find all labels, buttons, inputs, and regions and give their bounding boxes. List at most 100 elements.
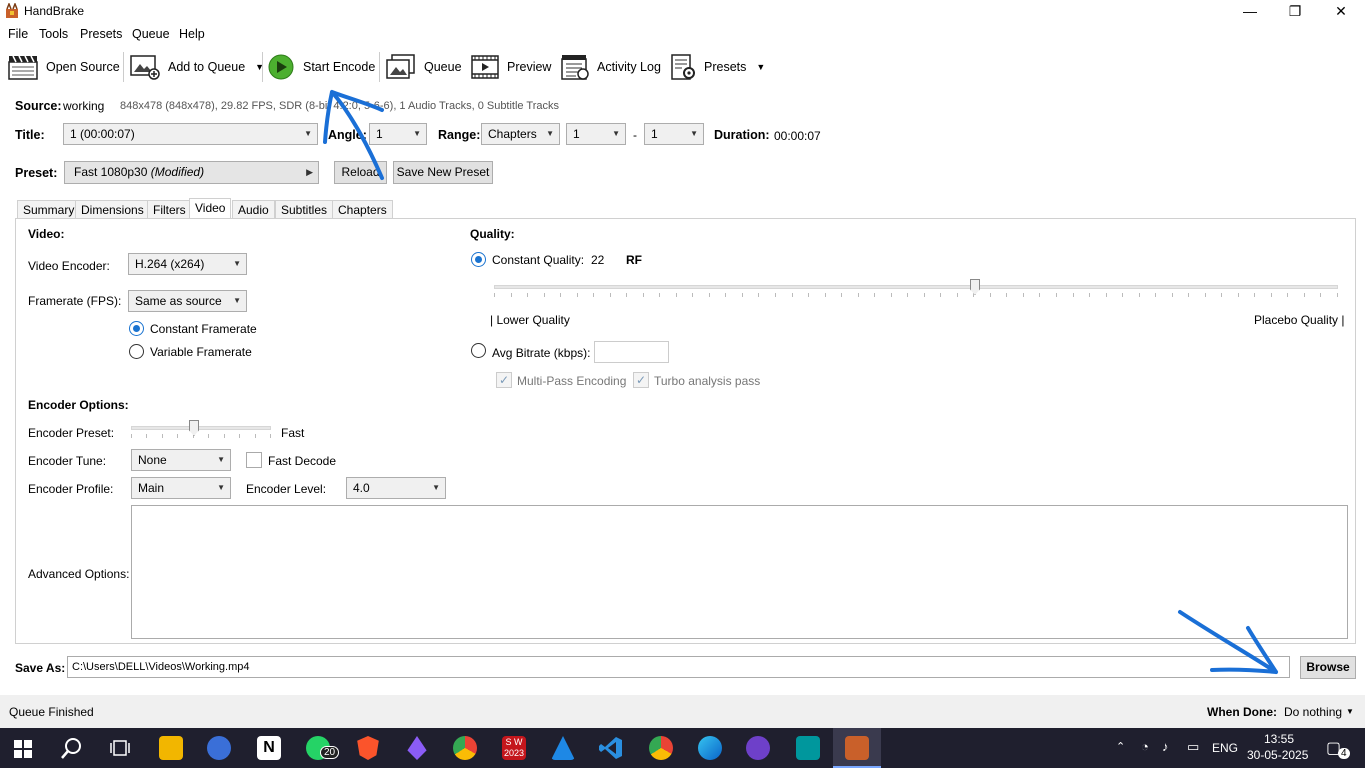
slider-tick: [146, 434, 147, 438]
title-select[interactable]: 1 (00:00:07) ▼: [63, 123, 318, 145]
preview-button[interactable]: Preview: [471, 52, 551, 82]
menu-presets[interactable]: Presets: [80, 27, 122, 41]
slider-tick: [610, 293, 611, 297]
slider-tick: [1188, 293, 1189, 297]
advanced-options-textarea[interactable]: [131, 505, 1348, 639]
queue-button[interactable]: Queue: [386, 52, 462, 82]
task-view-icon[interactable]: [110, 738, 130, 758]
chrome-icon[interactable]: [453, 736, 477, 760]
constant-framerate-radio[interactable]: [129, 321, 144, 336]
slider-tick: [1106, 293, 1107, 297]
film-strip-icon: [471, 55, 499, 79]
tab-subtitles[interactable]: Subtitles: [275, 200, 334, 219]
slider-tick: [162, 434, 163, 438]
file-explorer-icon[interactable]: [159, 736, 183, 760]
save-new-preset-button[interactable]: Save New Preset: [393, 161, 493, 184]
status-text: Queue Finished: [9, 705, 94, 719]
network-icon[interactable]: ◔: [1141, 739, 1149, 754]
chevron-down-icon: ▼: [1346, 707, 1354, 716]
menu-help[interactable]: Help: [179, 27, 205, 41]
language-indicator[interactable]: ENG: [1212, 741, 1238, 755]
chrome-profile-icon[interactable]: [649, 736, 673, 760]
variable-framerate-label: Variable Framerate: [150, 345, 252, 359]
fast-decode-checkbox[interactable]: [246, 452, 262, 468]
chevron-down-icon: ▼: [546, 129, 554, 138]
search-icon[interactable]: [61, 737, 83, 759]
queue-label: Queue: [424, 60, 462, 74]
multipass-label: Multi-Pass Encoding: [517, 374, 627, 388]
preset-modified: (Modified): [150, 165, 205, 179]
slider-tick: [891, 293, 892, 297]
slider-tick: [1254, 293, 1255, 297]
video-heading: Video:: [28, 227, 65, 241]
range-type-select[interactable]: Chapters ▼: [481, 123, 560, 145]
angle-select[interactable]: 1 ▼: [369, 123, 427, 145]
encoder-level-select[interactable]: 4.0 ▼: [346, 477, 446, 499]
tab-chapters[interactable]: Chapters: [332, 200, 393, 219]
app-icon-colorful[interactable]: [207, 736, 231, 760]
sw-2023-app-icon[interactable]: S W 2023: [502, 736, 526, 760]
chevron-down-icon[interactable]: ▼: [756, 62, 765, 72]
arduino-icon[interactable]: [796, 736, 820, 760]
windows-start-icon[interactable]: [14, 740, 32, 758]
brave-browser-icon[interactable]: [357, 736, 379, 760]
vscode-icon[interactable]: [599, 736, 623, 760]
menu-queue[interactable]: Queue: [132, 27, 170, 41]
range-start-select[interactable]: 1 ▼: [566, 123, 626, 145]
notion-icon[interactable]: N: [257, 736, 281, 760]
restore-button[interactable]: ❐: [1272, 0, 1318, 22]
tab-audio[interactable]: Audio: [232, 200, 275, 219]
altair-icon[interactable]: [551, 736, 575, 760]
tab-filters[interactable]: Filters: [147, 200, 192, 219]
browse-button[interactable]: Browse: [1300, 656, 1356, 679]
add-to-queue-button[interactable]: Add to Queue ▼: [130, 52, 264, 82]
sw-year: 2023: [503, 748, 525, 758]
framerate-select[interactable]: Same as source ▼: [128, 290, 247, 312]
variable-framerate-radio[interactable]: [129, 344, 144, 359]
activity-log-icon: [561, 55, 589, 80]
open-source-button[interactable]: Open Source: [8, 52, 120, 82]
video-encoder-select[interactable]: H.264 (x264) ▼: [128, 253, 247, 275]
avg-bitrate-input[interactable]: [594, 341, 669, 363]
volume-icon[interactable]: ♪: [1162, 739, 1169, 754]
encoder-tune-select[interactable]: None ▼: [131, 449, 231, 471]
range-end-select[interactable]: 1 ▼: [644, 123, 704, 145]
encoder-preset-slider[interactable]: [131, 419, 271, 443]
menu-tools[interactable]: Tools: [39, 27, 68, 41]
slider-tick: [957, 293, 958, 297]
slider-tick: [511, 293, 512, 297]
multipass-checkbox[interactable]: ✓: [496, 372, 512, 388]
presets-gear-icon: [671, 54, 695, 80]
edge-icon[interactable]: [698, 736, 722, 760]
avg-bitrate-radio[interactable]: [471, 343, 486, 358]
constant-quality-radio[interactable]: [471, 252, 486, 267]
activity-log-button[interactable]: Activity Log: [561, 52, 661, 82]
encoder-options-heading: Encoder Options:: [28, 398, 129, 412]
when-done-select[interactable]: Do nothing ▼: [1284, 704, 1359, 720]
preset-select[interactable]: Fast 1080p30 (Modified) ▶: [64, 161, 319, 184]
clock-date[interactable]: 30-05-2025: [1247, 748, 1308, 762]
obsidian-icon[interactable]: [407, 736, 427, 760]
slider-tick: [593, 293, 594, 297]
start-encode-button[interactable]: Start Encode: [267, 52, 375, 82]
handbrake-taskbar-icon[interactable]: [845, 736, 869, 760]
clock-time[interactable]: 13:55: [1264, 732, 1294, 746]
slider-tick: [1155, 293, 1156, 297]
turbo-checkbox[interactable]: ✓: [633, 372, 649, 388]
reload-button[interactable]: Reload: [334, 161, 387, 184]
presets-button[interactable]: Presets ▼: [670, 52, 765, 82]
battery-icon[interactable]: ▭: [1187, 739, 1199, 755]
tab-video[interactable]: Video: [189, 198, 232, 219]
slider-tick: [560, 293, 561, 297]
github-icon[interactable]: [746, 736, 770, 760]
minimize-button[interactable]: —: [1227, 0, 1273, 22]
save-as-input[interactable]: C:\Users\DELL\Videos\Working.mp4: [67, 656, 1290, 678]
encoder-profile-select[interactable]: Main ▼: [131, 477, 231, 499]
quality-slider[interactable]: [494, 278, 1338, 302]
chevron-up-icon[interactable]: ⌃: [1116, 740, 1125, 753]
close-button[interactable]: ✕: [1318, 0, 1364, 22]
encoder-preset-label: Encoder Preset:: [28, 426, 115, 440]
tab-dimensions[interactable]: Dimensions: [75, 200, 150, 219]
menu-file[interactable]: File: [8, 27, 28, 41]
tab-summary[interactable]: Summary: [17, 200, 81, 219]
